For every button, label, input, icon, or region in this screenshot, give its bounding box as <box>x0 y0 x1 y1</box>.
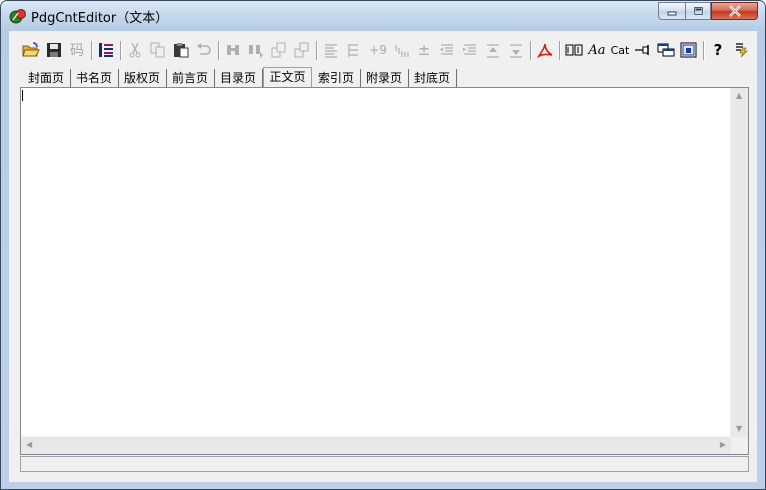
tab-index[interactable]: 索引页 <box>312 69 361 87</box>
replace-all-icon[interactable] <box>292 40 312 60</box>
scroll-left-icon[interactable]: ◀ <box>26 441 32 449</box>
outdent-icon[interactable] <box>437 40 457 60</box>
indent-icon[interactable] <box>344 40 364 60</box>
move-up-icon[interactable] <box>483 40 503 60</box>
page-number-icon[interactable] <box>392 40 412 60</box>
vertical-scrollbar[interactable]: ▲ ▼ <box>730 88 748 437</box>
minimize-button[interactable] <box>658 2 685 20</box>
horizontal-scrollbar[interactable]: ◀ ▶ <box>21 436 731 454</box>
catalog-icon[interactable]: Cat <box>609 40 631 60</box>
pin-icon[interactable] <box>633 40 653 60</box>
text-caret <box>22 90 23 101</box>
title-bar[interactable]: PdgCntEditor（文本） <box>1 1 765 31</box>
run-icon[interactable] <box>731 40 751 60</box>
plus-minus-label: ± <box>417 41 431 59</box>
close-button[interactable] <box>711 2 758 20</box>
toolbar-separator <box>91 41 93 60</box>
toolbar-separator <box>316 41 318 60</box>
toolbar-separator <box>530 41 532 60</box>
columns-icon[interactable] <box>564 40 584 60</box>
page-tabs: 封面页 书名页 版权页 前言页 目录页 正文页 索引页 附录页 封底页 <box>22 67 757 87</box>
toolbar-separator <box>703 41 705 60</box>
move-down-icon[interactable] <box>506 40 526 60</box>
window-icon[interactable] <box>656 40 676 60</box>
help-icon[interactable]: ? <box>708 40 728 60</box>
encoding-label: 码 <box>70 43 84 59</box>
tab-copyright[interactable]: 版权页 <box>118 69 167 87</box>
scroll-up-icon[interactable]: ▲ <box>736 92 742 100</box>
scroll-down-icon[interactable]: ▼ <box>736 425 742 433</box>
toolbar-separator <box>218 41 220 60</box>
cut-icon[interactable] <box>125 40 145 60</box>
insert-page-icon[interactable]: +9 <box>367 40 389 60</box>
open-folder-icon[interactable] <box>21 40 41 60</box>
font-icon[interactable]: Aa <box>587 40 607 60</box>
client-area: 码 +9 ± Aa Cat ? 封面页 书名页 版权页 前言页 目录页 正文页 … <box>9 31 757 482</box>
restore-icon <box>693 6 703 16</box>
maximize-button[interactable] <box>685 2 711 20</box>
toolbar-separator <box>120 41 122 60</box>
find-next-icon[interactable] <box>246 40 266 60</box>
main-window: PdgCntEditor（文本） 码 +9 ± Aa Cat ? 封面页 书名页… <box>0 0 766 490</box>
tab-cover[interactable]: 封面页 <box>22 69 71 87</box>
window-frame-bottom <box>1 482 765 489</box>
minimize-icon <box>667 11 677 16</box>
save-icon[interactable] <box>44 40 64 60</box>
find-icon[interactable] <box>223 40 243 60</box>
encoding-icon[interactable]: 码 <box>67 40 87 60</box>
export-icon[interactable] <box>679 40 699 60</box>
undo-icon[interactable] <box>194 40 214 60</box>
tab-body[interactable]: 正文页 <box>263 67 312 87</box>
scroll-corner <box>731 437 748 454</box>
catalog-label: Cat <box>610 43 630 57</box>
insert-page-label: +9 <box>369 43 387 57</box>
tab-contents[interactable]: 目录页 <box>214 69 263 87</box>
scroll-right-icon[interactable]: ▶ <box>720 441 726 449</box>
tab-appendix[interactable]: 附录页 <box>360 69 409 87</box>
help-label: ? <box>713 41 723 59</box>
app-icon <box>9 9 26 24</box>
toolbar-separator <box>559 41 561 60</box>
font-label: Aa <box>588 42 606 58</box>
window-title: PdgCntEditor（文本） <box>31 11 169 26</box>
pdf-icon[interactable] <box>535 40 555 60</box>
paste-icon[interactable] <box>171 40 191 60</box>
tab-title-page[interactable]: 书名页 <box>70 69 119 87</box>
plus-minus-icon[interactable]: ± <box>414 40 434 60</box>
copy-icon[interactable] <box>148 40 168 60</box>
increase-indent-icon[interactable] <box>460 40 480 60</box>
tab-back-cover[interactable]: 封底页 <box>408 69 457 87</box>
align-left-icon[interactable] <box>321 40 341 60</box>
outline-icon[interactable] <box>96 40 116 60</box>
status-bar <box>20 456 749 472</box>
tab-preface[interactable]: 前言页 <box>166 69 215 87</box>
replace-icon[interactable] <box>269 40 289 60</box>
toolbar: 码 +9 ± Aa Cat ? <box>9 38 757 64</box>
text-editor[interactable]: ▲ ▼ ◀ ▶ <box>20 87 749 455</box>
close-icon <box>728 5 741 17</box>
